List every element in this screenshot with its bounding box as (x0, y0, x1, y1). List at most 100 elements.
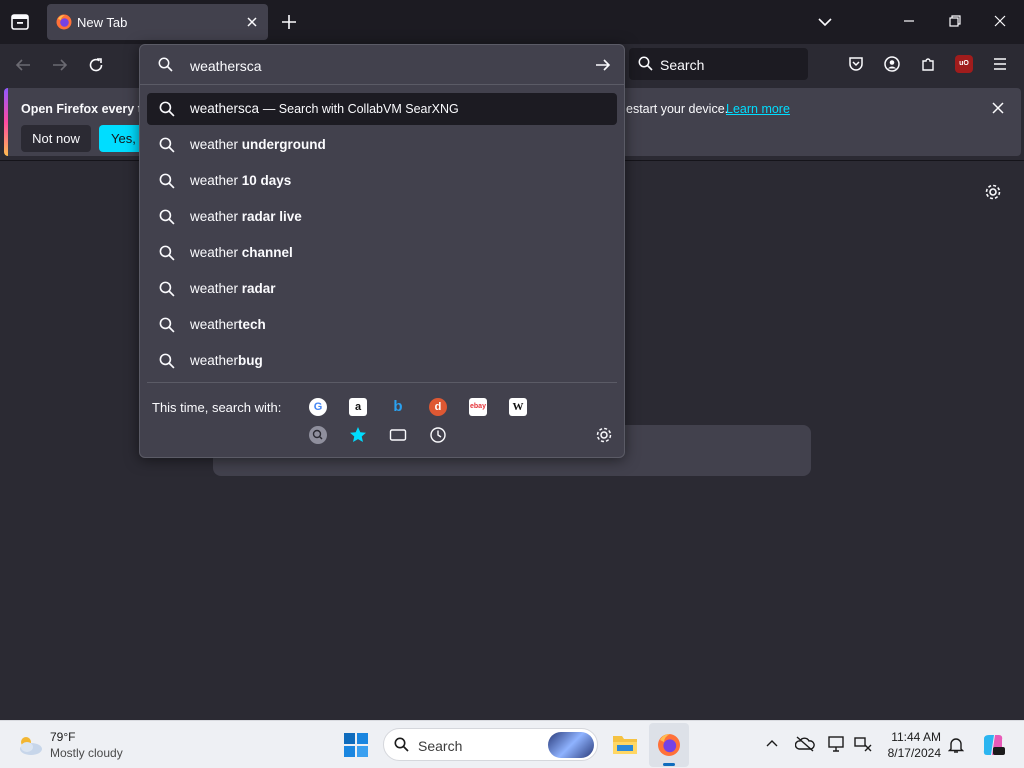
display-icon[interactable] (827, 735, 847, 753)
oneoff-label: This time, search with: (152, 400, 282, 415)
duckduckgo-icon[interactable]: d (429, 398, 447, 416)
search-icon (394, 737, 409, 752)
search-icon (159, 101, 175, 117)
urlbar-result-row[interactable]: weather underground (147, 129, 617, 161)
cloudy-weather-icon[interactable] (16, 733, 44, 757)
copilot-icon[interactable] (981, 733, 1005, 757)
result-suggestion: bug (238, 353, 263, 368)
google-icon[interactable]: G (309, 398, 327, 416)
clock-time[interactable]: 11:44 AM (889, 730, 941, 744)
onedrive-offline-icon[interactable] (795, 735, 815, 753)
toolbar-search-label: Search (660, 57, 705, 73)
urlbar-dropdown: weathersca weathersca — Search with Coll… (139, 44, 625, 458)
bookmarks-icon[interactable] (349, 426, 367, 444)
ebay-icon[interactable]: ebay (469, 398, 487, 416)
page-settings-gear-icon[interactable] (984, 183, 1002, 201)
taskbar-search-box[interactable]: Search (383, 728, 598, 761)
taskbar-search-label: Search (418, 738, 463, 754)
result-label: weather 10 days (190, 173, 291, 188)
search-highlight-image (548, 732, 594, 758)
clock-date[interactable]: 8/17/2024 (884, 746, 941, 760)
show-hidden-icons-chevron-icon[interactable] (766, 738, 778, 750)
urlbar-value: weathersca (190, 58, 262, 74)
restore-window-icon[interactable] (949, 15, 961, 27)
extensions-icon[interactable] (920, 56, 936, 72)
file-explorer-icon[interactable] (612, 732, 638, 756)
urlbar-result-row[interactable]: weathertech (147, 309, 617, 341)
close-tab-icon[interactable] (244, 14, 260, 30)
result-label: weather radar (190, 281, 276, 296)
wikipedia-icon[interactable]: W (509, 398, 527, 416)
notification-accent-bar (4, 88, 8, 156)
account-icon[interactable] (884, 56, 900, 72)
searxng-icon[interactable] (309, 426, 327, 444)
close-window-icon[interactable] (994, 15, 1006, 27)
not-now-button[interactable]: Not now (21, 125, 91, 152)
network-disconnected-icon[interactable] (853, 735, 873, 753)
result-label: weathertech (190, 317, 266, 332)
learn-more-link[interactable]: Learn more (726, 102, 790, 116)
hamburger-menu-icon[interactable] (992, 56, 1008, 72)
urlbar-result-row[interactable]: weathersca — Search with CollabVM SearXN… (147, 93, 617, 125)
firefox-view-icon[interactable] (11, 14, 29, 30)
result-suggestion: 10 days (241, 173, 292, 188)
list-all-tabs-chevron-icon[interactable] (818, 15, 832, 29)
result-prefix: weather (190, 209, 242, 224)
go-arrow-icon[interactable] (595, 57, 611, 73)
urlbar-result-row[interactable]: weather radar (147, 273, 617, 305)
result-prefix: weather (190, 317, 239, 332)
search-icon (638, 56, 653, 71)
notification-bell-icon[interactable] (948, 736, 964, 754)
search-icon (159, 353, 175, 369)
search-icon (159, 209, 175, 225)
minimize-window-icon[interactable] (903, 15, 915, 27)
search-icon (159, 281, 175, 297)
pocket-icon[interactable] (848, 56, 864, 72)
urlbar-result-row[interactable]: weather channel (147, 237, 617, 269)
weather-temperature: 79°F (50, 730, 76, 744)
result-suggestion: channel (241, 245, 293, 260)
history-icon[interactable] (429, 426, 447, 444)
search-settings-gear-icon[interactable] (595, 426, 613, 444)
new-tab-plus-icon[interactable] (281, 14, 297, 30)
search-icon (159, 317, 175, 333)
active-app-indicator (663, 763, 675, 766)
urlbar-input[interactable]: weathersca (140, 45, 624, 85)
result-prefix: weather (190, 173, 242, 188)
search-icon (158, 57, 173, 72)
result-label: weathersca — Search with CollabVM SearXN… (190, 101, 459, 116)
tab-new-tab[interactable]: New Tab (47, 4, 268, 40)
ublock-origin-icon[interactable]: uO (955, 55, 973, 73)
oneoff-divider (147, 382, 617, 383)
firefox-logo-icon (657, 733, 681, 757)
back-arrow-icon[interactable] (15, 57, 31, 73)
result-label: weather channel (190, 245, 293, 260)
result-prefix: weather (190, 281, 242, 296)
result-label: weather radar live (190, 209, 302, 224)
reload-icon[interactable] (88, 57, 104, 73)
urlbar-result-row[interactable]: weather radar live (147, 201, 617, 233)
tab-title: New Tab (77, 15, 128, 30)
weather-condition: Mostly cloudy (50, 746, 123, 760)
tabs-icon[interactable] (389, 426, 407, 444)
forward-arrow-icon[interactable] (52, 57, 68, 73)
result-action: — Search with CollabVM SearXNG (262, 102, 459, 116)
urlbar-result-row[interactable]: weatherbug (147, 345, 617, 377)
windows-taskbar: 79°F Mostly cloudy Search 11:44 AM 8/17/… (0, 720, 1024, 768)
result-label: weather underground (190, 137, 326, 152)
result-suggestion: radar (241, 281, 276, 296)
urlbar-result-row[interactable]: weather 10 days (147, 165, 617, 197)
result-suggestion: tech (238, 317, 266, 332)
result-label: weatherbug (190, 353, 263, 368)
windows-start-icon[interactable] (344, 733, 368, 757)
amazon-icon[interactable]: a (349, 398, 367, 416)
notification-message: Open Firefox every ti (21, 102, 146, 116)
result-suggestion: underground (241, 137, 326, 152)
result-prefix: weathersca (190, 101, 260, 116)
bing-icon[interactable]: b (389, 398, 407, 416)
close-notification-icon[interactable] (991, 101, 1005, 115)
toolbar-search-box[interactable]: Search (629, 48, 808, 80)
firefox-taskbar-button[interactable] (649, 723, 689, 767)
result-prefix: weather (190, 353, 239, 368)
notification-message-tail: estart your device. (626, 102, 729, 116)
